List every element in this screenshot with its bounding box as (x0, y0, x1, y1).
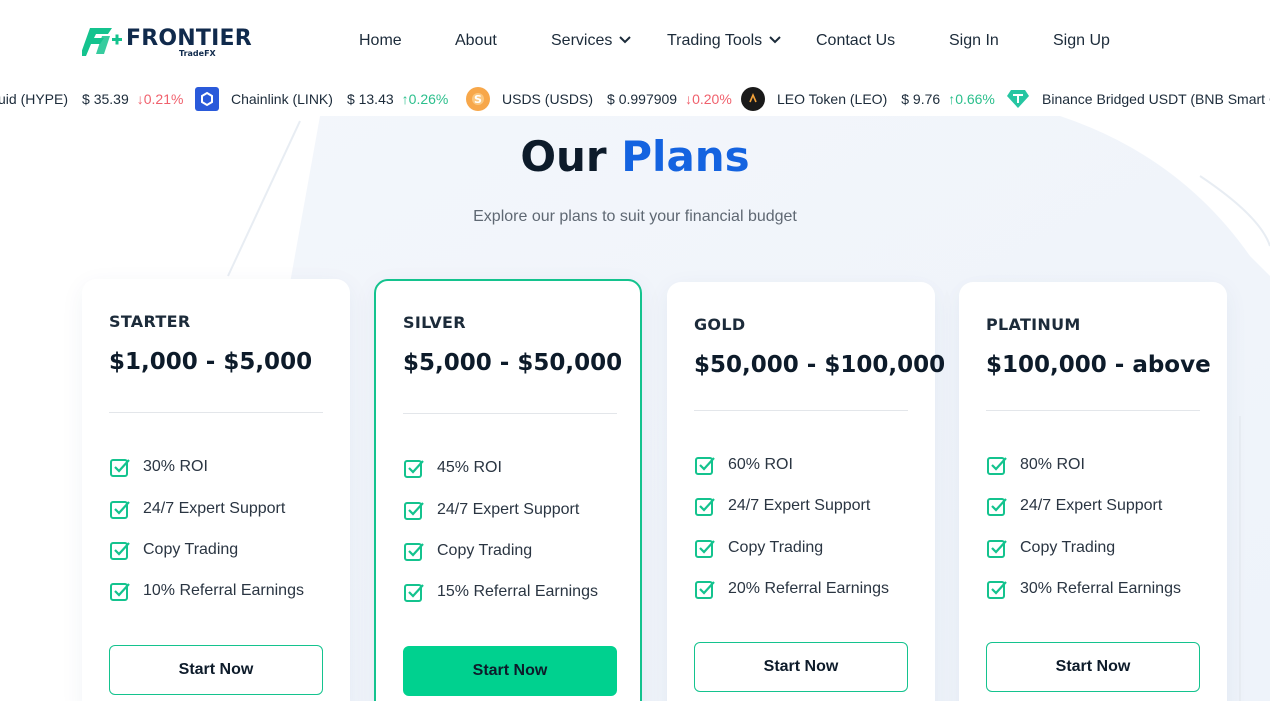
ticker-coin-price: $ 13.43 (346, 91, 394, 107)
ticker-item[interactable]: Chainlink (LINK) $ 13.43 ↑0.26% (195, 82, 448, 116)
plan-feature: 24/7 Expert Support (109, 497, 285, 521)
plan-card-gold: GOLD $50,000 - $100,000 60% ROI 24/7 Exp… (667, 282, 945, 701)
checkbox-check-icon (110, 542, 130, 560)
plan-price-range: $50,000 - $100,000 (694, 352, 946, 378)
plan-feature: 24/7 Expert Support (694, 494, 870, 518)
checkbox-check-icon (404, 584, 424, 602)
nav-about[interactable]: About (455, 32, 497, 50)
checkbox-check-icon (695, 498, 715, 516)
section-title-part1: Our (520, 132, 607, 181)
plan-card-starter: STARTER $1,000 - $5,000 30% ROI 24/7 Exp… (82, 279, 350, 701)
plan-feature: Copy Trading (694, 536, 823, 560)
divider (986, 410, 1200, 411)
chevron-down-icon (619, 36, 632, 44)
brand-name: FRONTIER (126, 26, 252, 51)
svg-text:S: S (474, 93, 482, 106)
plan-feature: 30% Referral Earnings (986, 577, 1181, 601)
plan-feature: 45% ROI (403, 456, 502, 480)
plan-feature: 24/7 Expert Support (403, 498, 579, 522)
ticker-coin-name: Chainlink (LINK) (231, 91, 333, 107)
ticker-coin-name: USDS (USDS) (502, 91, 594, 107)
checkbox-check-icon (695, 581, 715, 599)
ticker-item[interactable]: uid (HYPE) $ 35.39 ↓0.21% (0, 82, 183, 116)
usds-coin-icon: S (466, 87, 490, 111)
checkbox-check-icon (987, 498, 1007, 516)
plan-card-platinum: PLATINUM $100,000 - above 80% ROI 24/7 E… (959, 282, 1227, 701)
plan-price-range: $1,000 - $5,000 (109, 349, 313, 375)
section-subtitle: Explore our plans to suit your financial… (473, 208, 797, 225)
plan-feature: Copy Trading (109, 538, 238, 562)
ticker-item[interactable]: Binance Bridged USDT (BNB Smart C (1006, 82, 1270, 116)
nav-sign-in[interactable]: Sign In (949, 32, 999, 50)
site-header: FRONTIER TradeFX Home About Services Tra… (0, 0, 1270, 82)
ticker-coin-name: LEO Token (LEO) (777, 91, 888, 107)
arrow-down-icon: ↓ (136, 91, 144, 107)
start-now-button[interactable]: Start Now (109, 645, 323, 695)
checkbox-check-icon (110, 501, 130, 519)
brand-subtitle: TradeFX (179, 49, 216, 58)
divider (694, 410, 908, 411)
nav-services-label: Services (551, 32, 613, 49)
ticker-coin-change: ↑0.26% (401, 91, 449, 107)
plan-feature: 10% Referral Earnings (109, 579, 304, 603)
ticker-coin-change: ↓0.20% (685, 91, 732, 107)
frontier-logo-icon (82, 28, 122, 56)
checkbox-check-icon (110, 583, 130, 601)
ticker-coin-price: $ 35.39 (82, 91, 129, 107)
nav-trading-tools-label: Trading Tools (667, 32, 763, 49)
checkbox-check-icon (987, 540, 1007, 558)
plan-feature: Copy Trading (403, 539, 532, 563)
ticker-coin-name: uid (HYPE) (0, 91, 69, 107)
section-title-accent: Plans (621, 132, 750, 181)
nav-contact-us[interactable]: Contact Us (816, 32, 895, 50)
plan-name: STARTER (109, 312, 191, 331)
plan-name: SILVER (403, 313, 466, 332)
ticker-coin-price: $ 9.76 (901, 91, 941, 107)
start-now-button[interactable]: Start Now (403, 646, 617, 696)
ticker-coin-change: ↑0.66% (948, 91, 995, 107)
nav-sign-up[interactable]: Sign Up (1053, 32, 1110, 50)
plan-feature: 80% ROI (986, 453, 1085, 477)
leo-coin-icon (741, 87, 765, 111)
plan-feature: 20% Referral Earnings (694, 577, 889, 601)
ticker-coin-change: ↓0.21% (136, 91, 184, 107)
checkbox-check-icon (695, 457, 715, 475)
checkbox-check-icon (695, 540, 715, 558)
section-title: Our Plans (0, 132, 1270, 181)
plan-name: GOLD (694, 315, 746, 334)
plan-feature: 30% ROI (109, 455, 208, 479)
start-now-button[interactable]: Start Now (986, 642, 1200, 692)
crypto-price-ticker: uid (HYPE) $ 35.39 ↓0.21% Chainlink (LIN… (0, 82, 1270, 116)
nav-trading-tools[interactable]: Trading Tools (667, 32, 782, 50)
checkbox-check-icon (987, 581, 1007, 599)
checkbox-check-icon (987, 457, 1007, 475)
checkbox-check-icon (110, 459, 130, 477)
plan-card-silver: SILVER $5,000 - $50,000 45% ROI 24/7 Exp… (374, 279, 642, 701)
nav-services[interactable]: Services (551, 32, 632, 50)
divider (403, 413, 617, 414)
ticker-item[interactable]: S USDS (USDS) $ 0.997909 ↓0.20% (466, 82, 732, 116)
plan-feature: 60% ROI (694, 453, 793, 477)
divider (109, 412, 323, 413)
plan-feature: 24/7 Expert Support (986, 494, 1162, 518)
arrow-up-icon: ↑ (401, 91, 409, 107)
nav-home[interactable]: Home (359, 32, 402, 50)
plan-feature: 15% Referral Earnings (403, 580, 598, 604)
tether-coin-icon (1006, 87, 1030, 111)
start-now-button[interactable]: Start Now (694, 642, 908, 692)
ticker-coin-name: Binance Bridged USDT (BNB Smart C (1042, 91, 1270, 107)
checkbox-check-icon (404, 543, 424, 561)
chevron-down-icon (769, 36, 781, 44)
ticker-coin-price: $ 0.997909 (607, 91, 678, 107)
plan-name: PLATINUM (986, 315, 1081, 334)
checkbox-check-icon (404, 502, 424, 520)
plan-price-range: $5,000 - $50,000 (403, 350, 623, 376)
plan-feature: Copy Trading (986, 536, 1115, 560)
checkbox-check-icon (404, 460, 424, 478)
ticker-item[interactable]: LEO Token (LEO) $ 9.76 ↑0.66% (741, 82, 995, 116)
brand-logo[interactable]: FRONTIER TradeFX (82, 26, 252, 58)
plan-price-range: $100,000 - above (986, 352, 1211, 378)
chainlink-coin-icon (195, 87, 219, 111)
